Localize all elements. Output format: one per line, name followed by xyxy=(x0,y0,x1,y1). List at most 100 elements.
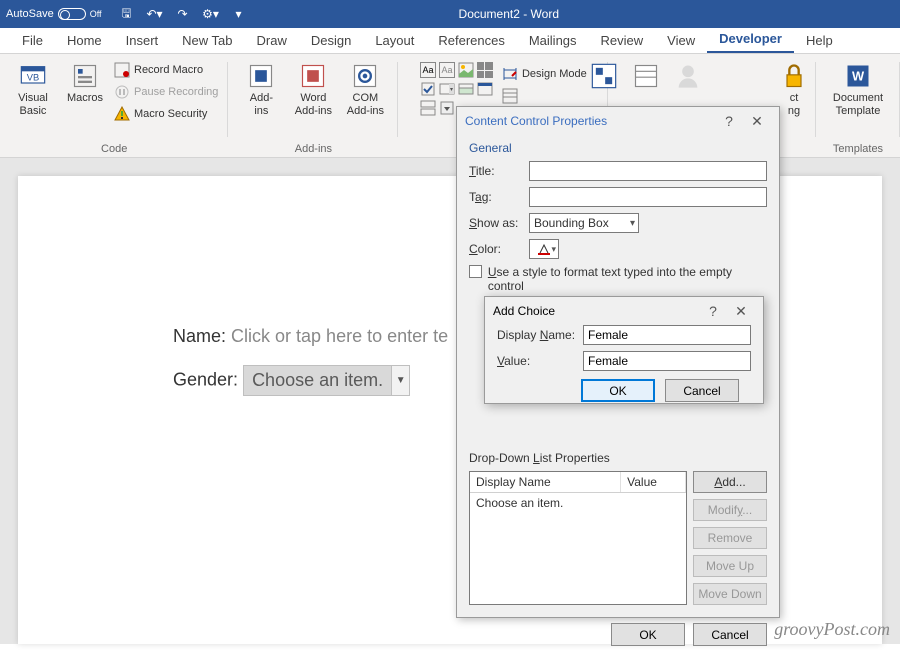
group-label-addins: Add-ins xyxy=(295,141,332,155)
picture-control-icon[interactable] xyxy=(458,62,474,78)
display-name-input[interactable] xyxy=(583,325,751,345)
dropdown-items-listbox[interactable]: Display Name Value Choose an item. xyxy=(469,471,687,605)
showas-field-label: Show as: xyxy=(469,216,523,230)
help-icon[interactable]: ? xyxy=(699,303,727,319)
display-name-label: Display Name: xyxy=(497,328,577,342)
tag-input[interactable] xyxy=(529,187,767,207)
plain-text-control-icon[interactable]: Aa xyxy=(439,62,455,78)
name-label: Name: xyxy=(173,326,226,346)
word-addins-icon xyxy=(299,62,327,90)
pause-icon xyxy=(114,84,130,100)
col-display-name[interactable]: Display Name xyxy=(470,472,621,493)
quick-access-toolbar: 🖫 ↶▾ ↷ ⚙▾ ▾ xyxy=(108,3,258,25)
close-icon[interactable]: ✕ xyxy=(727,303,755,320)
gender-label: Gender: xyxy=(173,369,238,389)
tab-references[interactable]: References xyxy=(426,29,516,53)
ok-button[interactable]: OK xyxy=(611,623,685,646)
name-line: Name: Click or tap here to enter te xyxy=(173,326,448,347)
color-field-label: Color: xyxy=(469,242,523,256)
col-value[interactable]: Value xyxy=(621,472,686,493)
add-button[interactable]: Add... xyxy=(693,471,767,493)
rich-text-control-icon[interactable]: Aa xyxy=(420,62,436,78)
properties-icon xyxy=(502,88,518,104)
tab-design[interactable]: Design xyxy=(299,29,363,53)
color-picker-button[interactable] xyxy=(529,239,559,259)
value-input[interactable] xyxy=(583,351,751,371)
qat-more-icon[interactable]: ▾ xyxy=(226,3,252,25)
gender-dropdown-control[interactable]: Choose an item. ▼ xyxy=(243,365,410,396)
tab-developer[interactable]: Developer xyxy=(707,27,794,53)
block-authors-icon[interactable] xyxy=(632,62,660,95)
tab-review[interactable]: Review xyxy=(589,29,656,53)
com-addins-button[interactable]: COM Add-ins xyxy=(342,58,388,117)
chevron-down-icon[interactable]: ▼ xyxy=(391,366,409,395)
remove-button: Remove xyxy=(693,527,767,549)
tab-newtab[interactable]: New Tab xyxy=(170,29,244,53)
cancel-button[interactable]: Cancel xyxy=(693,623,767,646)
ddl-section-label: Drop-Down List Properties xyxy=(469,443,767,471)
warning-icon xyxy=(114,106,130,122)
tab-draw[interactable]: Draw xyxy=(245,29,299,53)
gender-line: Gender: Choose an item. ▼ xyxy=(173,365,448,396)
macros-icon xyxy=(71,62,99,90)
dropdown-placeholder: Choose an item. xyxy=(244,366,391,395)
general-section-label: General xyxy=(469,139,767,161)
autosave-label: AutoSave xyxy=(6,8,54,20)
title-field-label: Title: xyxy=(469,164,523,178)
close-icon[interactable]: ✕ xyxy=(743,113,771,130)
tab-help[interactable]: Help xyxy=(794,29,845,53)
svg-text:VB: VB xyxy=(27,73,39,83)
addins-button[interactable]: Add- ins xyxy=(238,58,284,117)
tab-home[interactable]: Home xyxy=(55,29,114,53)
tab-view[interactable]: View xyxy=(655,29,707,53)
macro-security-button[interactable]: Macro Security xyxy=(114,104,218,124)
design-mode-button[interactable]: Design Mode xyxy=(502,64,587,84)
combobox-control-icon[interactable] xyxy=(439,81,455,97)
checkbox-control-icon[interactable] xyxy=(420,81,436,97)
pause-recording-button: Pause Recording xyxy=(114,82,218,102)
dialog-title: Add Choice xyxy=(493,304,555,318)
word-icon: W xyxy=(844,62,872,90)
help-icon[interactable]: ? xyxy=(715,113,743,129)
title-input[interactable] xyxy=(529,161,767,181)
watermark: groovyPost.com xyxy=(774,619,890,640)
ribbon-overflow-icons xyxy=(590,62,702,95)
move-up-button: Move Up xyxy=(693,555,767,577)
com-addins-icon xyxy=(351,62,379,90)
tab-mailings[interactable]: Mailings xyxy=(517,29,589,53)
date-control-icon[interactable] xyxy=(477,81,493,97)
cancel-button[interactable]: Cancel xyxy=(665,379,739,402)
customize-icon[interactable]: ⚙▾ xyxy=(198,3,224,25)
autosave-toggle[interactable]: AutoSave Off xyxy=(0,8,108,20)
control-properties-button[interactable] xyxy=(502,86,587,106)
record-macro-button[interactable]: Record Macro xyxy=(114,60,218,80)
move-down-button: Move Down xyxy=(693,583,767,605)
name-content-control[interactable]: Click or tap here to enter te xyxy=(231,326,448,346)
building-block-control-icon[interactable] xyxy=(477,62,493,78)
undo-icon[interactable]: ↶▾ xyxy=(142,3,168,25)
repeating-control-icon[interactable] xyxy=(420,100,436,116)
showas-select[interactable]: Bounding Box xyxy=(529,213,639,233)
use-style-label: Use a style to format text typed into th… xyxy=(488,265,767,293)
save-icon[interactable]: 🖫 xyxy=(114,3,140,25)
xml-mapping-icon[interactable] xyxy=(590,62,618,95)
dropdown-control-icon[interactable] xyxy=(458,81,474,97)
tab-file[interactable]: File xyxy=(10,29,55,53)
record-macro-icon xyxy=(114,62,130,78)
tab-layout[interactable]: Layout xyxy=(363,29,426,53)
word-addins-button[interactable]: Word Add-ins xyxy=(290,58,336,117)
visual-basic-button[interactable]: VB Visual Basic xyxy=(10,58,56,117)
redo-icon[interactable]: ↷ xyxy=(170,3,196,25)
use-style-checkbox[interactable] xyxy=(469,265,482,278)
ok-button[interactable]: OK xyxy=(581,379,655,402)
macros-button[interactable]: Macros xyxy=(62,58,108,105)
value-label: Value: xyxy=(497,354,577,368)
document-template-button[interactable]: W Document Template xyxy=(826,58,890,117)
color-swatch-icon xyxy=(538,243,550,255)
protect-icon[interactable] xyxy=(674,62,702,95)
legacy-control-icon[interactable] xyxy=(439,100,455,116)
tag-field-label: Tag: xyxy=(469,190,523,204)
tab-insert[interactable]: Insert xyxy=(114,29,171,53)
dialog-titlebar[interactable]: Add Choice ? ✕ xyxy=(485,297,763,325)
dialog-titlebar[interactable]: Content Control Properties ? ✕ xyxy=(457,107,779,135)
